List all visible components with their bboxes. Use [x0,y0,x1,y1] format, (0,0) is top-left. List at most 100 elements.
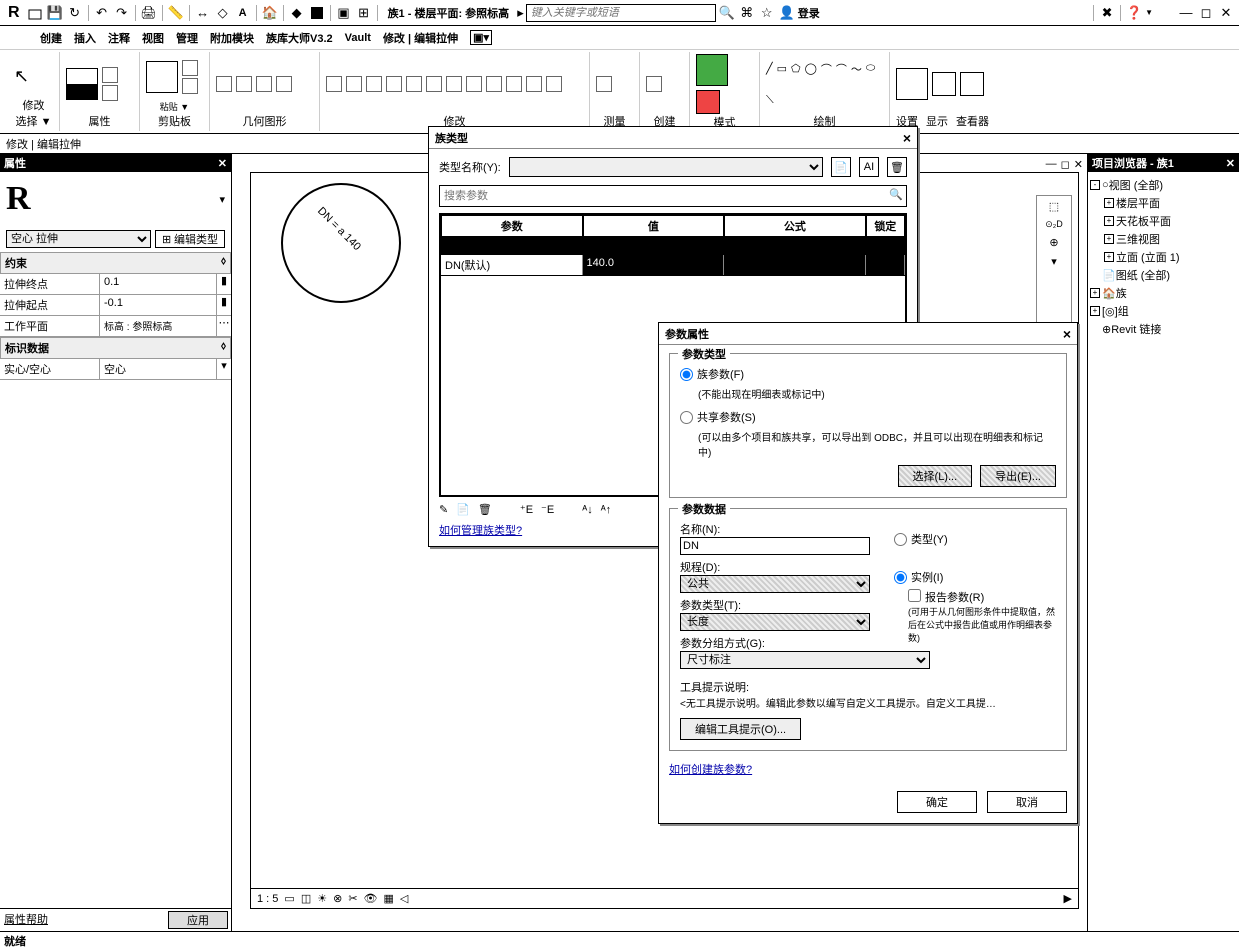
undo-icon[interactable]: ↶ [93,4,111,22]
move-icon[interactable] [326,76,342,92]
doc-restore-icon[interactable]: ◻ [1061,158,1070,171]
edit-type-button[interactable]: ⊞ 编辑类型 [155,230,225,248]
radio-type-label[interactable]: 类型(Y) [911,531,948,547]
sun-path-icon[interactable]: ☀ [317,892,327,905]
close-window-icon[interactable]: ✕ [1217,4,1235,22]
family-types-titlebar[interactable]: 族类型 × [429,127,917,149]
prop-group-identity[interactable]: 标识数据⬨ [0,337,231,359]
apply-button[interactable]: 应用 [168,911,228,929]
split-icon[interactable] [466,76,482,92]
detail-level-icon[interactable]: ▭ [284,892,294,905]
scroll-right-icon[interactable]: ▶ [1064,892,1072,905]
exchange-icon[interactable]: ✖ [1098,4,1116,22]
col-lock[interactable]: 锁定 [866,215,905,237]
doc-close-icon[interactable]: ✕ [1074,158,1083,171]
param-props-titlebar[interactable]: 参数属性 × [659,323,1077,345]
ft-edit-icon[interactable]: ✎ [439,503,448,516]
section-icon[interactable]: ◆ [288,4,306,22]
close-hidden-icon[interactable]: ▣ [335,4,353,22]
group-select[interactable]: 尺寸标注 [680,651,930,669]
text-icon[interactable]: A [234,4,252,22]
delete-type-icon[interactable]: 🗑 [887,157,907,177]
cancel-edit-icon[interactable] [696,90,720,114]
radio-type[interactable] [894,533,907,546]
arc2-tool-icon[interactable]: ⌒ [836,61,847,77]
view-cube[interactable]: ⬚ ⊙₂D ⊕ ▾ [1036,195,1072,335]
scale-icon[interactable] [426,76,442,92]
col-param[interactable]: 参数 [441,215,583,237]
type-name-combo[interactable] [509,157,823,177]
spline-tool-icon[interactable]: ～ [851,61,862,77]
geom-icon-3[interactable] [256,76,272,92]
radio-shared-label[interactable]: 共享参数(S) [697,409,756,425]
measure-between-icon[interactable] [596,76,612,92]
ellipse-tool-icon[interactable]: ⬭ [866,62,875,75]
geom-icon-4[interactable] [276,76,292,92]
menu-addins[interactable]: 附加模块 [210,30,254,46]
param-data-row[interactable]: DN(默认) 140.0 [441,255,905,275]
cursor-icon[interactable]: ↖ [14,67,29,85]
param-props-close-icon[interactable]: × [1063,326,1071,342]
menu-vault[interactable]: Vault [345,32,371,44]
report-param-checkbox[interactable] [908,589,921,602]
print-icon[interactable]: 🖨 [140,4,158,22]
radio-family-param[interactable] [680,368,693,381]
keynote-icon[interactable]: ⌘ [738,4,756,22]
circle-tool-icon[interactable]: ◯ [805,62,817,75]
finish-edit-icon[interactable] [696,54,728,86]
properties-big-icon[interactable] [66,68,98,100]
open-icon[interactable] [26,4,44,22]
properties-close-icon[interactable]: ✕ [218,157,227,170]
rotate-icon[interactable] [366,76,382,92]
menu-create[interactable]: 创建 [40,30,62,46]
favorite-icon[interactable]: ☆ [758,4,776,22]
new-type-icon[interactable]: 📄 [831,157,851,177]
trim-icon[interactable] [446,76,462,92]
select-shared-button[interactable]: 选择(L)... [898,465,973,487]
sketch-circle[interactable] [281,183,401,303]
export-shared-button[interactable]: 导出(E)... [980,465,1056,487]
edit-tooltip-button[interactable]: 编辑工具提示(O)... [680,718,801,740]
menu-view[interactable]: 视图 [142,30,164,46]
ft-move-down-icon[interactable]: ⁻E [541,503,554,516]
view-scale[interactable]: 1 : 5 [257,893,278,905]
properties-help-link[interactable]: 属性帮助 [4,911,48,929]
tree-floor-plans[interactable]: +楼层平面 [1090,194,1237,212]
menu-annotate[interactable]: 注释 [108,30,130,46]
crop-icon[interactable]: ✂ [348,892,357,905]
type-selector[interactable]: 空心 拉伸 [6,230,151,248]
nav-2d-icon[interactable]: ⊙₂D [1045,219,1063,230]
ft-sort-desc-icon[interactable]: ᴬ↑ [601,504,611,516]
help-dropdown-icon[interactable]: ▼ [1145,9,1153,17]
rect-tool-icon[interactable]: ▭ [777,62,787,75]
type-props-icon[interactable] [102,85,118,101]
report-param-label[interactable]: 报告参数(R) [925,589,984,605]
create-similar-icon[interactable] [646,76,662,92]
radio-shared-param[interactable] [680,411,693,424]
line-tool-icon[interactable]: ╱ [766,62,773,75]
menu-finish-icon[interactable]: ▣▾ [470,30,492,45]
polygon-tool-icon[interactable]: ⬠ [791,62,801,75]
show-workplane-icon[interactable] [932,72,956,96]
set-workplane-icon[interactable] [896,68,928,100]
col-value[interactable]: 值 [583,215,725,237]
radio-family-label[interactable]: 族参数(F) [697,366,744,382]
user-icon[interactable]: 👤 [778,4,796,22]
menu-famlib[interactable]: 族库大师V3.2 [266,30,333,46]
ft-move-up-icon[interactable]: ⁺E [520,503,533,516]
param-name-input[interactable] [680,537,870,555]
radio-instance[interactable] [894,571,907,584]
col-formula[interactable]: 公式 [724,215,866,237]
family-types-close-icon[interactable]: × [903,130,911,146]
tree-families[interactable]: +🏠 族 [1090,284,1237,302]
minimize-icon[interactable]: — [1177,4,1195,22]
copy-icon[interactable] [182,78,198,94]
redo-icon[interactable]: ↷ [113,4,131,22]
sync-icon[interactable]: ↻ [66,4,84,22]
nav-dropdown-icon[interactable]: ▾ [1051,255,1057,268]
nav-home-icon[interactable]: ⬚ [1049,200,1059,213]
cancel-button[interactable]: 取消 [987,791,1067,813]
maximize-icon[interactable]: ◻ [1197,4,1215,22]
reveal-icon[interactable]: ▦ [384,892,394,905]
family-types-icon[interactable] [102,67,118,83]
